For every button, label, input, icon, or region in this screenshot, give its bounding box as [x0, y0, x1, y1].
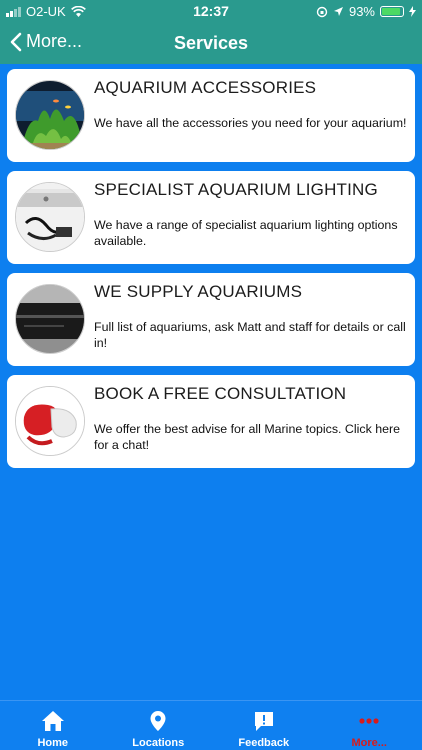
tab-label: Home [37, 737, 69, 749]
aquarium-light-image [15, 182, 85, 252]
home-icon [41, 711, 64, 731]
more-dots-icon [359, 718, 379, 724]
tab-bar: Home Locations Feedback More... [0, 700, 422, 750]
navigation-bar: More... Services [0, 24, 422, 64]
location-pin-icon [150, 711, 166, 731]
tab-label: Feedback [238, 737, 290, 749]
charging-icon [409, 6, 416, 17]
consultation-image [15, 386, 85, 456]
page-title: Services [173, 33, 249, 53]
tab-label: Locations [132, 737, 185, 749]
feedback-icon [254, 712, 273, 731]
battery-percent: 93% [348, 4, 375, 19]
service-card-consultation[interactable]: BOOK A FREE CONSULTATION We offer the be… [7, 375, 415, 468]
service-title: SPECIALIST AQUARIUM LIGHTING [94, 180, 378, 199]
battery-icon [380, 6, 404, 17]
tab-feedback[interactable]: Feedback [211, 701, 317, 750]
tab-label: More... [351, 737, 387, 749]
service-description: We have all the accessories you need for… [94, 116, 407, 130]
service-card-lighting[interactable]: SPECIALIST AQUARIUM LIGHTING We have a r… [7, 171, 415, 264]
service-title: WE SUPPLY AQUARIUMS [94, 282, 303, 301]
aquarium-tank-image [15, 284, 85, 354]
service-title: BOOK A FREE CONSULTATION [94, 384, 347, 403]
location-arrow-icon [333, 7, 343, 16]
service-card-aquariums[interactable]: WE SUPPLY AQUARIUMS Full list of aquariu… [7, 273, 415, 366]
services-list: AQUARIUM ACCESSORIES We have all the acc… [7, 69, 415, 477]
aquarium-plants-image [15, 80, 85, 150]
tab-home[interactable]: Home [0, 701, 106, 750]
tab-more[interactable]: More... [317, 701, 422, 750]
service-title: AQUARIUM ACCESSORIES [94, 78, 317, 97]
service-description: We offer the best advise for all Marine … [94, 422, 401, 452]
service-card-accessories[interactable]: AQUARIUM ACCESSORIES We have all the acc… [7, 69, 415, 162]
status-bar: O2-UK 12:37 93% [0, 0, 422, 24]
tab-locations[interactable]: Locations [106, 701, 212, 750]
orientation-lock-icon [316, 6, 328, 17]
service-description: Full list of aquariums, ask Matt and sta… [94, 320, 406, 350]
service-description: We have a range of specialist aquarium l… [94, 218, 398, 248]
